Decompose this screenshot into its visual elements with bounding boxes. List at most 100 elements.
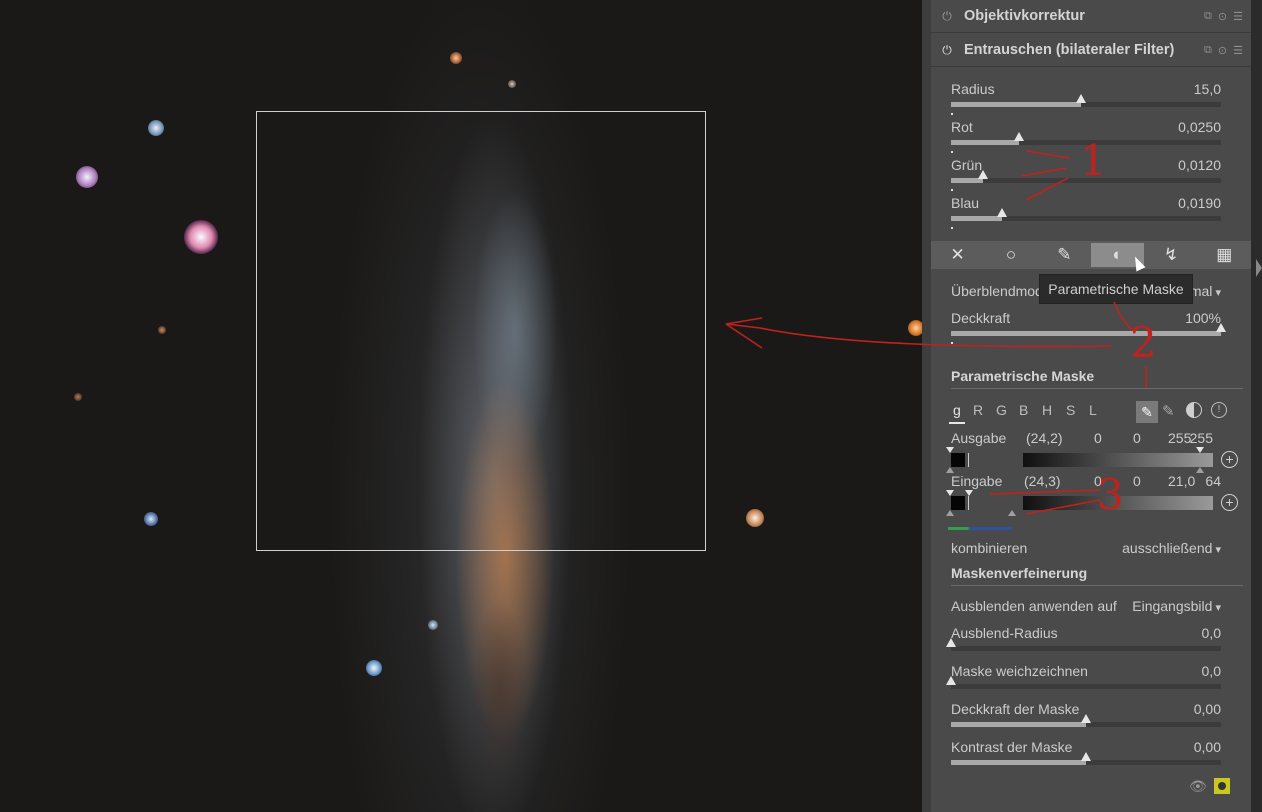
star — [158, 326, 166, 334]
display-mask-icon[interactable] — [1214, 778, 1230, 794]
add-range-icon[interactable]: + — [1221, 494, 1238, 511]
star — [450, 52, 462, 64]
slider-handle[interactable] — [946, 638, 956, 647]
presets-icon[interactable]: ☰ — [1233, 44, 1243, 57]
input-picked-value: (24,3) — [1024, 473, 1061, 489]
slider-handle[interactable] — [997, 208, 1008, 217]
uniform-mask-icon[interactable]: ○ — [984, 241, 1037, 269]
channel-tab-b[interactable]: B — [1019, 402, 1028, 418]
slider-handle[interactable] — [1013, 132, 1024, 141]
reset-icon[interactable]: ⊙ — [1218, 10, 1227, 23]
channel-tab-gray[interactable]: g — [949, 402, 965, 424]
color-picker-icon[interactable]: ✎ — [1136, 401, 1158, 423]
slider-value: 0,0250 — [1178, 119, 1221, 135]
image-canvas[interactable] — [0, 0, 922, 812]
invert-polarity-icon[interactable] — [1186, 402, 1202, 418]
slider-label: Ausblend-Radius — [951, 625, 1058, 641]
output-value-1: 0 — [1094, 430, 1102, 446]
output-marker[interactable] — [1196, 467, 1204, 473]
input-marker[interactable] — [946, 510, 954, 516]
star — [144, 512, 158, 526]
combobox-value: mal — [1190, 283, 1221, 299]
power-icon[interactable]: ⏻ — [940, 43, 954, 58]
slider-track[interactable] — [951, 752, 1221, 765]
channel-tab-s[interactable]: S — [1066, 402, 1075, 418]
channel-tab-l[interactable]: L — [1089, 402, 1097, 418]
slider-handle[interactable] — [1075, 94, 1086, 103]
input-value-2: 0 — [1133, 473, 1141, 489]
output-value-2: 0 — [1133, 430, 1141, 446]
drawn-parametric-mask-icon[interactable]: ↯ — [1144, 241, 1197, 269]
output-picked-value: (24,2) — [1026, 430, 1063, 446]
input-marker[interactable] — [1008, 510, 1016, 516]
slider-track[interactable] — [951, 323, 1226, 336]
slider-track[interactable] — [946, 676, 1221, 689]
panel-collapse-arrow[interactable] — [1256, 259, 1262, 277]
star — [148, 120, 164, 136]
section-title-parametric-mask: Parametrische Maske — [951, 368, 1243, 389]
slider-handle[interactable] — [1081, 714, 1091, 723]
annotation-number-2: 2 — [1130, 318, 1157, 367]
reset-icon[interactable]: ! — [1211, 402, 1227, 418]
star — [74, 393, 82, 401]
combobox-label: Überblendmod — [951, 283, 1043, 299]
slider-track[interactable] — [951, 94, 1221, 107]
slider-value: 0,00 — [1193, 739, 1221, 755]
slider-value: 15,0 — [1193, 81, 1221, 97]
color-picker-set-icon[interactable]: ✎ — [1162, 402, 1175, 420]
channel-tab-g[interactable]: G — [996, 402, 1007, 418]
slider-handle[interactable] — [1216, 323, 1226, 332]
module-title: Objektivkorrektur — [964, 8, 1085, 24]
presets-icon[interactable]: ☰ — [1233, 10, 1243, 23]
channel-tab-h[interactable]: H — [1042, 402, 1052, 418]
slider-value: 0,0190 — [1178, 195, 1221, 211]
slider-handle[interactable] — [978, 170, 989, 179]
combobox-value: ausschließend — [1122, 540, 1221, 556]
reset-icon[interactable]: ⊙ — [1218, 44, 1227, 57]
input-label: Eingabe — [951, 473, 1003, 489]
output-gradient-slider[interactable] — [951, 453, 1213, 467]
slider-label: Blau — [951, 195, 980, 211]
slider-handle[interactable] — [946, 676, 956, 685]
output-label: Ausgabe — [951, 430, 1007, 446]
slider-label: Rot — [951, 119, 973, 135]
slider-marker — [951, 113, 953, 115]
raster-mask-icon[interactable]: ▦ — [1198, 241, 1251, 269]
input-value-4: 64 — [1205, 473, 1221, 489]
mask-off-icon[interactable]: ✕ — [931, 241, 984, 269]
show-mask-eye-icon[interactable]: 👁 — [1189, 778, 1207, 795]
input-value-3: 21,0 — [1168, 473, 1196, 489]
combobox-label: kombinieren — [951, 540, 1028, 556]
slider-marker — [951, 151, 953, 153]
tooltip: Parametrische Maske — [1039, 274, 1193, 304]
output-value-4: 255 — [1189, 430, 1213, 446]
drawn-mask-icon[interactable]: ✎ — [1038, 241, 1091, 269]
slider-track[interactable] — [946, 638, 1221, 651]
slider-label: Deckkraft der Maske — [951, 701, 1080, 717]
roi-rectangle[interactable] — [256, 111, 706, 551]
slider-label: Kontrast der Maske — [951, 739, 1073, 755]
combobox-label: Ausblenden anwenden auf — [951, 598, 1117, 614]
slider-track[interactable] — [951, 208, 1221, 221]
multi-instance-icon[interactable]: ⧉ — [1204, 44, 1212, 57]
section-title-mask-refinement: Maskenverfeinerung — [951, 565, 1243, 586]
channel-tab-r[interactable]: R — [973, 402, 983, 418]
slider-value: 0,00 — [1193, 701, 1221, 717]
slider-track[interactable] — [951, 714, 1221, 727]
slider-value: 0,0120 — [1178, 157, 1221, 173]
slider-label: Deckkraft — [951, 310, 1011, 326]
slider-value: 0,0 — [1201, 625, 1221, 641]
multi-instance-icon[interactable]: ⧉ — [1204, 10, 1212, 23]
dust-lane — [440, 560, 570, 812]
input-gradient-slider[interactable] — [951, 496, 1213, 510]
power-icon[interactable]: ⏻ — [940, 9, 954, 24]
panel-border — [922, 0, 931, 812]
slider-value: 0,0 — [1201, 663, 1221, 679]
module-header-lens-correction[interactable]: ⏻ Objektivkorrektur ⧉ ⊙ ☰ — [931, 0, 1251, 33]
annotation-number-1: 1 — [1080, 136, 1107, 185]
slider-handle[interactable] — [1081, 752, 1091, 761]
add-range-icon[interactable]: + — [1221, 451, 1238, 468]
panel-content: ⏻ Objektivkorrektur ⧉ ⊙ ☰ ⏻ Entrauschen … — [931, 0, 1251, 812]
module-header-denoise[interactable]: ⏻ Entrauschen (bilateraler Filter) ⧉ ⊙ ☰ — [931, 34, 1251, 67]
output-value-3: 255 — [1168, 430, 1192, 446]
